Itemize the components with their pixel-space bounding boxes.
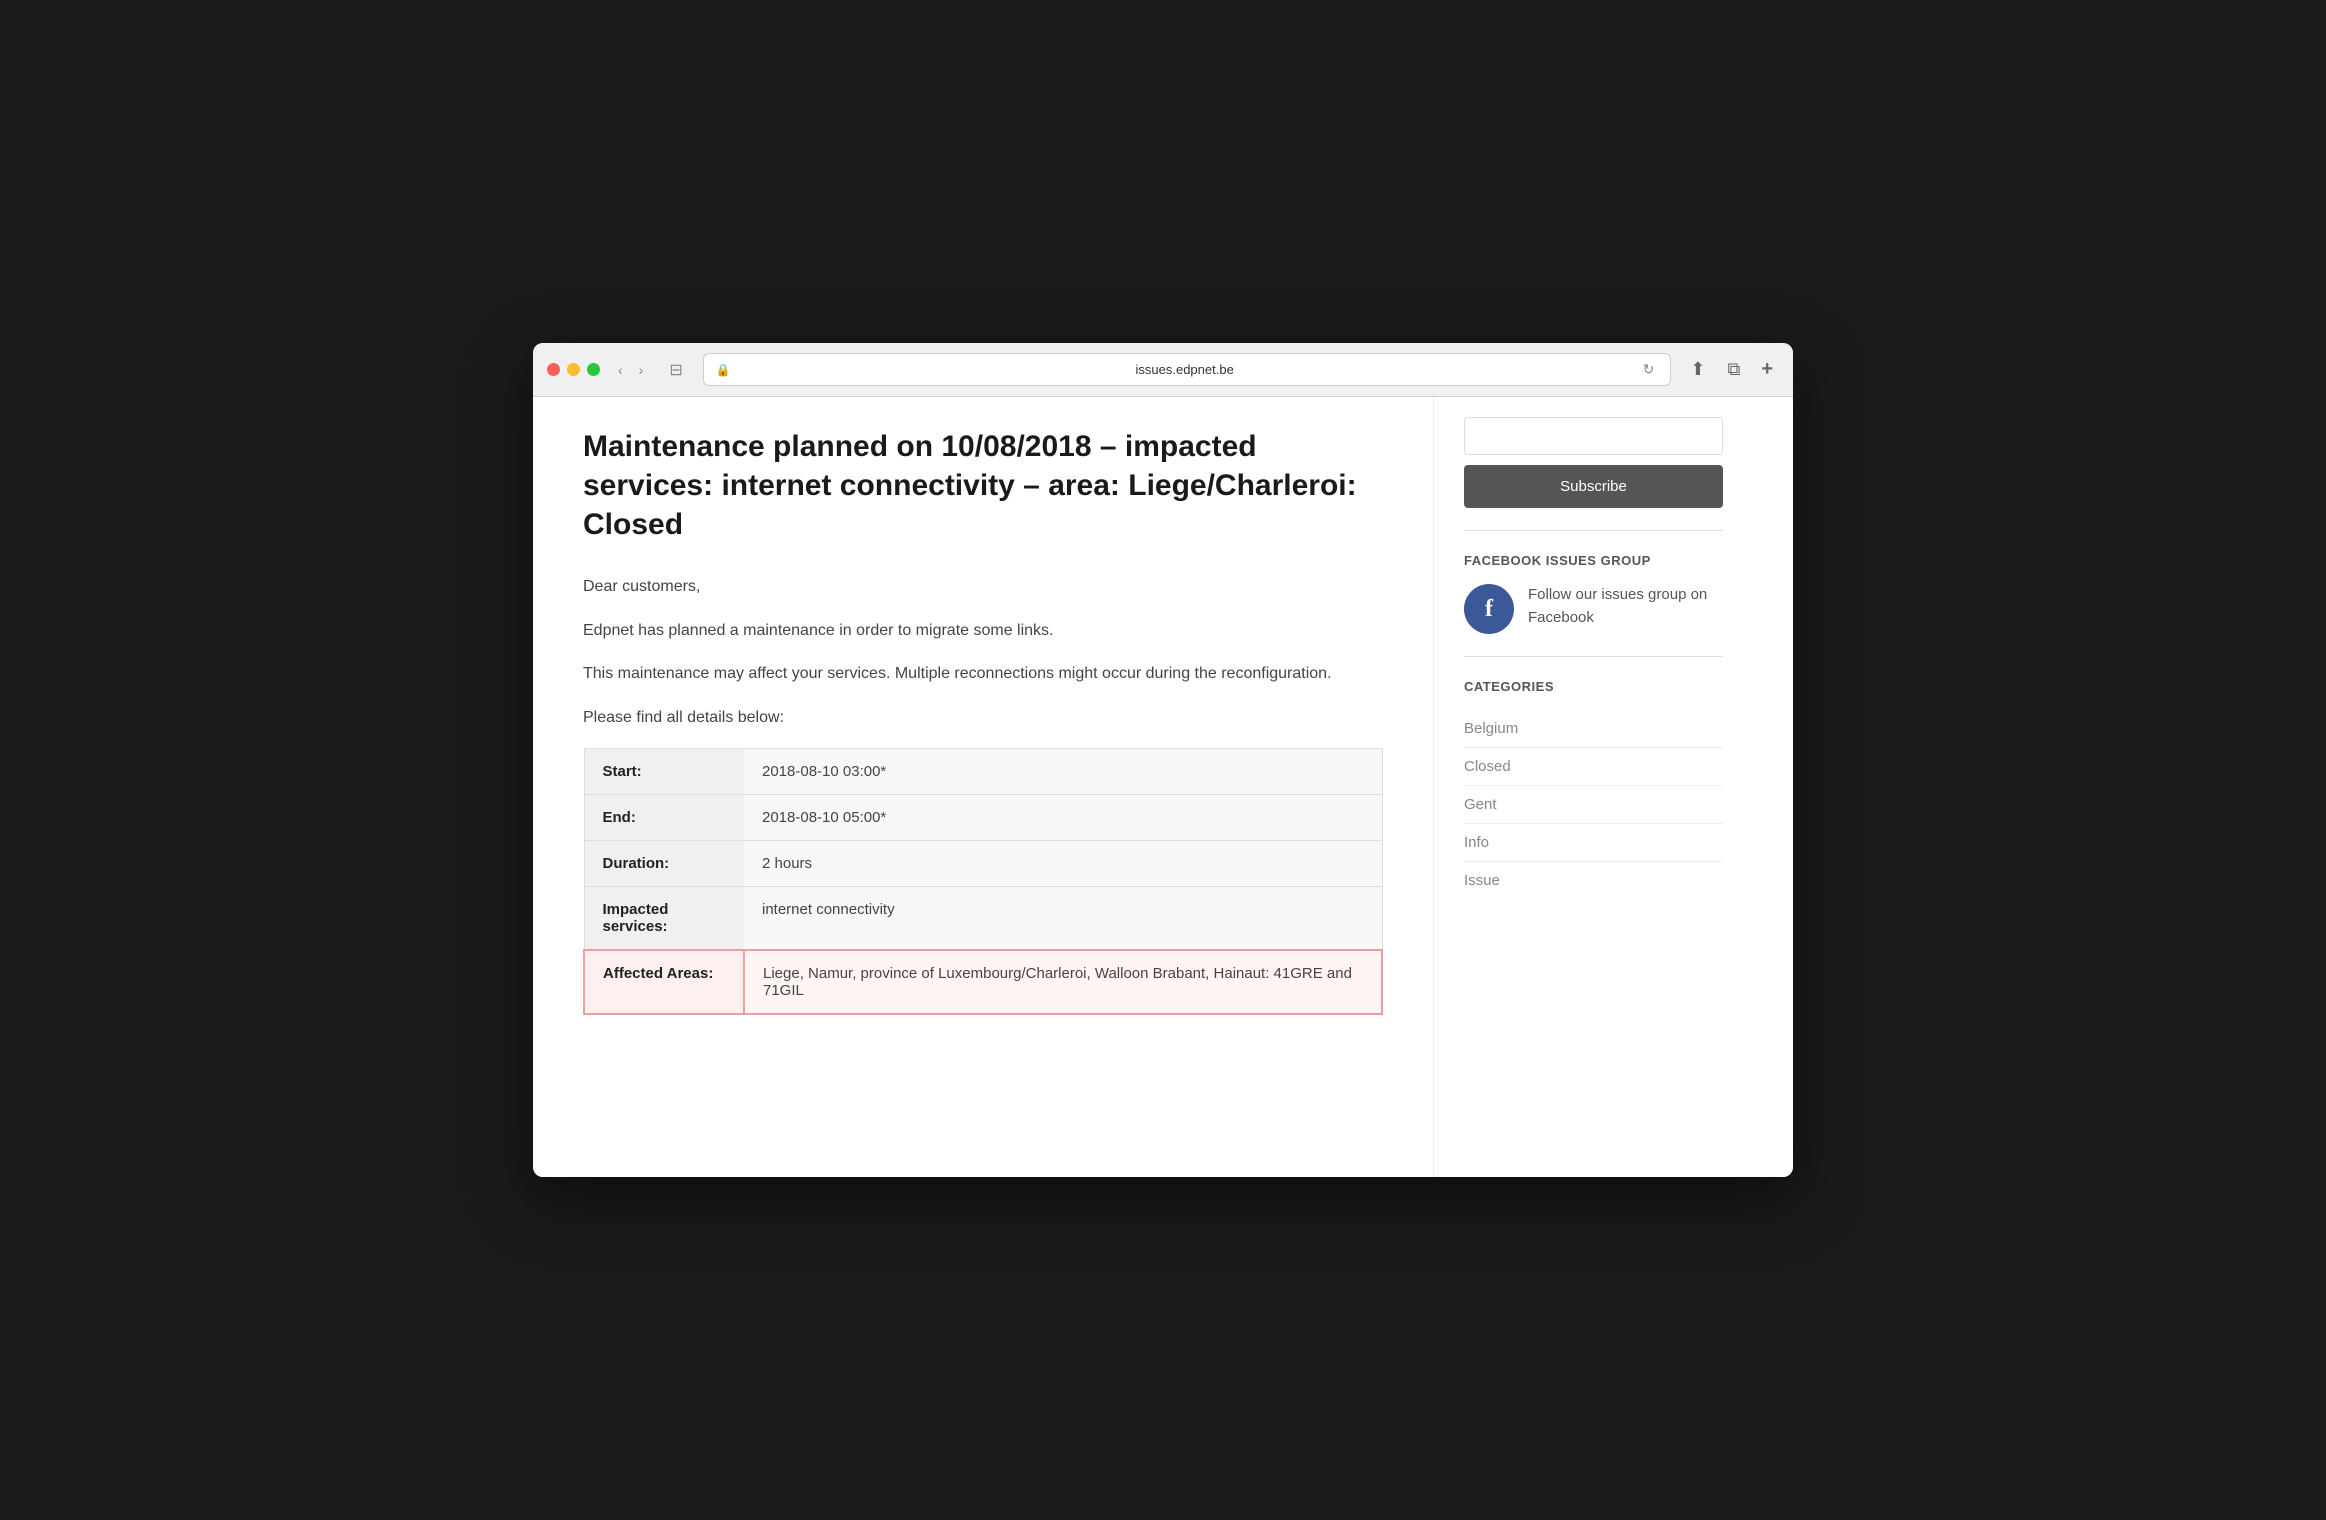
address-bar[interactable]: 🔒 issues.edpnet.be ↻ xyxy=(703,353,1672,386)
facebook-link-text[interactable]: Facebook xyxy=(1528,609,1594,626)
table-row: End:2018-08-10 05:00* xyxy=(584,795,1382,841)
table-cell-value: Liege, Namur, province of Luxembourg/Cha… xyxy=(744,950,1382,1014)
add-tab-button[interactable]: + xyxy=(1755,356,1779,383)
para2-text: This maintenance may affect your service… xyxy=(583,661,1383,687)
subscribe-button[interactable]: Subscribe xyxy=(1464,465,1723,508)
facebook-f-letter: f xyxy=(1485,596,1493,623)
facebook-section-title: FACEBOOK ISSUES GROUP xyxy=(1464,553,1723,568)
greeting-text: Dear customers, xyxy=(583,574,1383,600)
table-cell-label: Duration: xyxy=(584,841,744,887)
divider-2 xyxy=(1464,656,1723,657)
table-cell-value: 2018-08-10 05:00* xyxy=(744,795,1382,841)
para3-text: Please find all details below: xyxy=(583,705,1383,731)
sidebar: Subscribe FACEBOOK ISSUES GROUP f Follow… xyxy=(1433,397,1753,1177)
details-table: Start:2018-08-10 03:00*End:2018-08-10 05… xyxy=(583,748,1383,1015)
browser-actions: ⬆ ⧉ + xyxy=(1683,356,1779,383)
categories-title: CATEGORIES xyxy=(1464,679,1723,694)
share-button[interactable]: ⬆ xyxy=(1683,356,1712,383)
table-row: Affected Areas:Liege, Namur, province of… xyxy=(584,950,1382,1014)
tab-overview-button[interactable]: ⧉ xyxy=(1720,356,1747,383)
article-title: Maintenance planned on 10/08/2018 – impa… xyxy=(583,427,1383,544)
forward-button[interactable]: › xyxy=(633,359,650,381)
category-item[interactable]: Belgium xyxy=(1464,710,1723,748)
table-cell-value: internet connectivity xyxy=(744,887,1382,951)
table-cell-label: Start: xyxy=(584,749,744,795)
sidebar-toggle-button[interactable]: ⊟ xyxy=(661,357,690,383)
reload-button[interactable]: ↻ xyxy=(1639,359,1659,380)
facebook-block: f Follow our issues group on Facebook xyxy=(1464,584,1723,634)
category-item[interactable]: Issue xyxy=(1464,862,1723,899)
browser-chrome: ‹ › ⊟ 🔒 issues.edpnet.be ↻ ⬆ ⧉ + xyxy=(533,343,1793,397)
nav-buttons: ‹ › xyxy=(612,359,649,381)
table-row: Duration:2 hours xyxy=(584,841,1382,887)
para1-text: Edpnet has planned a maintenance in orde… xyxy=(583,618,1383,644)
traffic-lights xyxy=(547,363,600,376)
table-row: Start:2018-08-10 03:00* xyxy=(584,749,1382,795)
subscribe-input[interactable] xyxy=(1464,417,1723,455)
category-item[interactable]: Gent xyxy=(1464,786,1723,824)
category-item[interactable]: Info xyxy=(1464,824,1723,862)
minimize-button[interactable] xyxy=(567,363,580,376)
facebook-text: Follow our issues group on Facebook xyxy=(1528,584,1707,629)
categories-list: BelgiumClosedGentInfoIssue xyxy=(1464,710,1723,899)
maximize-button[interactable] xyxy=(587,363,600,376)
back-button[interactable]: ‹ xyxy=(612,359,629,381)
table-cell-label: Impacted services: xyxy=(584,887,744,951)
facebook-follow-text: Follow our issues group on xyxy=(1528,586,1707,603)
table-cell-value: 2018-08-10 03:00* xyxy=(744,749,1382,795)
lock-icon: 🔒 xyxy=(716,363,731,377)
table-cell-label: End: xyxy=(584,795,744,841)
article-body: Dear customers, Edpnet has planned a mai… xyxy=(583,574,1383,730)
page-content: Maintenance planned on 10/08/2018 – impa… xyxy=(533,397,1793,1177)
url-text: issues.edpnet.be xyxy=(737,362,1633,377)
category-item[interactable]: Closed xyxy=(1464,748,1723,786)
close-button[interactable] xyxy=(547,363,560,376)
browser-window: ‹ › ⊟ 🔒 issues.edpnet.be ↻ ⬆ ⧉ + Mainten… xyxy=(533,343,1793,1177)
table-cell-value: 2 hours xyxy=(744,841,1382,887)
facebook-icon[interactable]: f xyxy=(1464,584,1514,634)
divider-1 xyxy=(1464,530,1723,531)
table-row: Impacted services:internet connectivity xyxy=(584,887,1382,951)
main-content: Maintenance planned on 10/08/2018 – impa… xyxy=(533,397,1433,1177)
table-cell-label: Affected Areas: xyxy=(584,950,744,1014)
